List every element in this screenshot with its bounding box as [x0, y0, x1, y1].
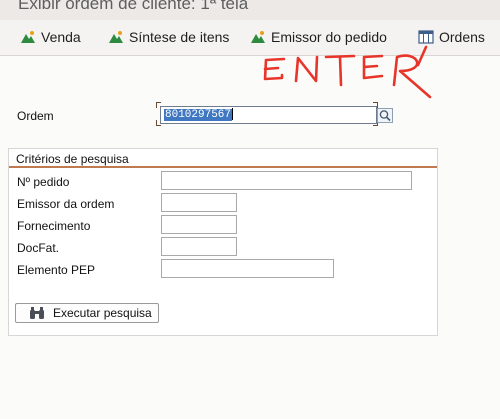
ordem-input[interactable]: 8010297567	[160, 106, 377, 124]
search-criteria-title: Critérios de pesquisa	[16, 152, 129, 166]
magnifier-icon	[379, 110, 391, 122]
focus-corner	[156, 120, 161, 126]
docfat-label: DocFat.	[17, 241, 60, 255]
elemento-pep-label: Elemento PEP	[17, 263, 96, 277]
toolbar-venda-label: Venda	[41, 29, 81, 45]
fornecimento-input[interactable]	[161, 215, 237, 234]
ordem-label: Ordem	[17, 109, 54, 123]
toolbar-venda-button[interactable]: Venda	[20, 26, 81, 48]
value-help-button[interactable]	[377, 108, 393, 123]
toolbar-ordens-label: Ordens	[439, 29, 485, 45]
mountain-icon	[20, 30, 36, 44]
executar-pesquisa-button[interactable]: Executar pesquisa	[15, 303, 159, 323]
group-divider	[9, 166, 437, 168]
window-title: Exibir ordem de cliente: 1ª tela	[18, 0, 249, 13]
binoculars-icon	[30, 307, 44, 319]
text-caret	[232, 108, 234, 121]
emissor-ordem-label: Emissor da ordem	[17, 197, 115, 211]
emissor-ordem-input[interactable]	[161, 193, 237, 212]
toolbar-emissor-pedido-label: Emissor do pedido	[271, 29, 387, 45]
enter-annotation	[263, 45, 432, 99]
elemento-pep-input[interactable]	[161, 259, 334, 278]
title-bar: Exibir ordem de cliente: 1ª tela	[0, 0, 500, 20]
executar-pesquisa-label: Executar pesquisa	[53, 306, 152, 320]
ordem-value: 8010297567	[164, 109, 233, 121]
toolbar-sintese-itens-button[interactable]: Síntese de itens	[108, 26, 229, 48]
mountain-icon	[108, 30, 124, 44]
mountain-icon	[250, 30, 266, 44]
grid-icon	[418, 30, 434, 44]
docfat-input[interactable]	[161, 237, 237, 256]
n-pedido-input[interactable]	[161, 171, 412, 190]
n-pedido-label: Nº pedido	[17, 175, 70, 189]
focus-corner	[156, 102, 161, 108]
fornecimento-label: Fornecimento	[17, 219, 91, 233]
toolbar-sintese-itens-label: Síntese de itens	[129, 29, 230, 45]
